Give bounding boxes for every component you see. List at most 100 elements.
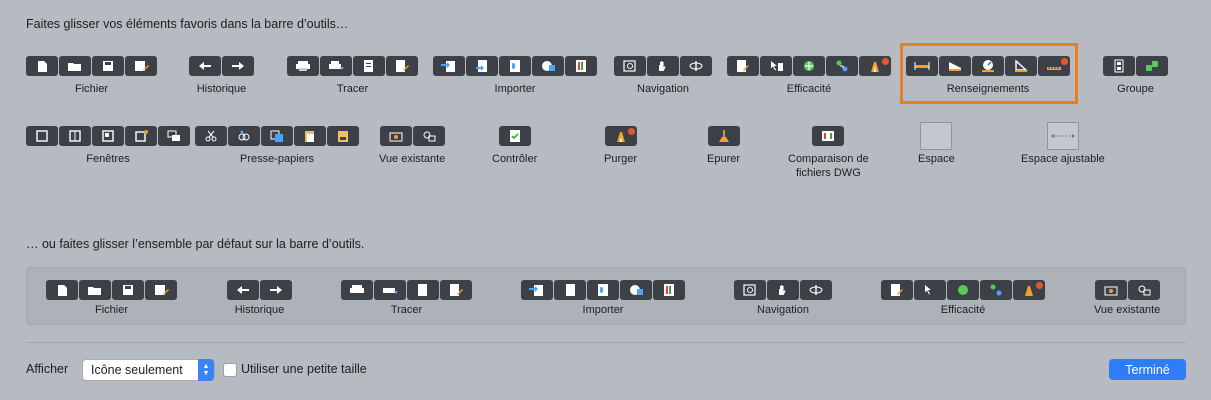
- segment[interactable]: [521, 280, 685, 300]
- save-icon[interactable]: [92, 56, 124, 76]
- segment[interactable]: [906, 56, 1070, 76]
- segment[interactable]: [227, 280, 292, 300]
- group-label: Fenêtres: [86, 153, 130, 165]
- default-group-importer[interactable]: Importer: [521, 280, 685, 317]
- group-comparaison-dwg[interactable]: Comparaison de fichiers DWG: [788, 126, 869, 180]
- purge-icon[interactable]: [859, 56, 891, 76]
- segment[interactable]: [46, 280, 177, 300]
- segment[interactable]: [379, 126, 445, 146]
- default-group-vue-existante[interactable]: Vue existante: [1094, 280, 1160, 317]
- group-icon[interactable]: [1103, 56, 1135, 76]
- group-navigation[interactable]: Navigation: [614, 56, 712, 96]
- group-efficacite[interactable]: Efficacité: [727, 56, 891, 96]
- publish-icon[interactable]: [386, 56, 418, 76]
- measure-icon[interactable]: [1038, 56, 1070, 76]
- radius-icon[interactable]: [972, 56, 1004, 76]
- group-renseignements[interactable]: Renseignements: [906, 56, 1070, 96]
- default-group-tracer[interactable]: Tracer: [341, 280, 472, 317]
- undo-icon[interactable]: [189, 56, 221, 76]
- view-manager-icon[interactable]: [412, 126, 445, 146]
- segment[interactable]: [727, 56, 891, 76]
- segment[interactable]: [433, 56, 597, 76]
- zoom-window-icon[interactable]: [614, 56, 646, 76]
- group-fenetres[interactable]: Fenêtres: [26, 126, 190, 166]
- area-icon[interactable]: [939, 56, 971, 76]
- space-placeholder[interactable]: [920, 122, 953, 150]
- group-espace-ajustable[interactable]: Espace ajustable: [1021, 122, 1105, 166]
- copy-icon[interactable]: [228, 126, 260, 146]
- attach-icon[interactable]: [466, 56, 498, 76]
- segment[interactable]: [195, 126, 359, 146]
- group-importer[interactable]: Importer: [433, 56, 597, 96]
- default-group-historique[interactable]: Historique: [227, 280, 292, 317]
- small-size-checkbox[interactable]: [223, 363, 237, 377]
- cut-icon[interactable]: [195, 126, 227, 146]
- page-setup-icon[interactable]: [353, 56, 385, 76]
- group-fichier[interactable]: Fichier: [26, 56, 157, 96]
- group-controler[interactable]: Contrôler: [492, 126, 537, 166]
- small-size-label[interactable]: Utiliser une petite taille: [241, 362, 367, 376]
- paste-special-icon[interactable]: [327, 126, 359, 146]
- segment[interactable]: [341, 280, 472, 300]
- properties-icon[interactable]: [727, 56, 759, 76]
- default-group-efficacite[interactable]: Efficacité: [881, 280, 1045, 317]
- chevron-updown-icon[interactable]: ▲ ▼: [198, 359, 214, 381]
- window-5-icon[interactable]: [158, 126, 190, 146]
- segment[interactable]: [734, 280, 832, 300]
- image-icon[interactable]: [532, 56, 564, 76]
- plot-icon[interactable]: [287, 56, 319, 76]
- window-3-icon[interactable]: [92, 126, 124, 146]
- flexible-space-placeholder[interactable]: [1046, 122, 1079, 150]
- segment[interactable]: [707, 126, 740, 146]
- window-2-icon[interactable]: [59, 126, 91, 146]
- pan-hand-icon[interactable]: [647, 56, 679, 76]
- segment[interactable]: [189, 56, 254, 76]
- segment[interactable]: [604, 126, 637, 146]
- xref-icon[interactable]: [499, 56, 531, 76]
- group-purger[interactable]: Purger: [604, 126, 637, 166]
- purge-icon[interactable]: [604, 126, 637, 146]
- group-groupe[interactable]: Groupe: [1103, 56, 1168, 96]
- paste-icon[interactable]: [294, 126, 326, 146]
- segment[interactable]: [26, 56, 157, 76]
- window-1-icon[interactable]: [26, 126, 58, 146]
- segment[interactable]: [614, 56, 712, 76]
- segment[interactable]: [287, 56, 418, 76]
- save-as-icon[interactable]: [125, 56, 157, 76]
- broom-icon[interactable]: [707, 126, 740, 146]
- group-presse-papiers[interactable]: Presse-papiers: [195, 126, 359, 166]
- group-epurer[interactable]: Epurer: [707, 126, 740, 166]
- display-mode-select[interactable]: Icône seulement ▲ ▼: [82, 359, 215, 381]
- segment[interactable]: [812, 126, 845, 146]
- segment[interactable]: [1103, 56, 1168, 76]
- segment[interactable]: [498, 126, 531, 146]
- done-button[interactable]: Terminé: [1109, 359, 1186, 380]
- group-tracer[interactable]: Tracer: [287, 56, 418, 96]
- orbit-icon[interactable]: [680, 56, 712, 76]
- quick-select-icon[interactable]: [760, 56, 792, 76]
- pdf-icon[interactable]: [565, 56, 597, 76]
- copy-base-icon[interactable]: [261, 126, 293, 146]
- angle-icon[interactable]: [1005, 56, 1037, 76]
- ungroup-icon[interactable]: [1136, 56, 1168, 76]
- default-group-navigation[interactable]: Navigation: [734, 280, 832, 317]
- compare-icon[interactable]: [812, 126, 845, 146]
- import-icon[interactable]: [433, 56, 465, 76]
- segment[interactable]: [881, 280, 1045, 300]
- batch-plot-icon[interactable]: [320, 56, 352, 76]
- distance-icon[interactable]: [906, 56, 938, 76]
- redo-icon[interactable]: [222, 56, 254, 76]
- check-icon[interactable]: [498, 126, 531, 146]
- open-folder-icon[interactable]: [59, 56, 91, 76]
- segment[interactable]: [1094, 280, 1160, 300]
- layer-icon[interactable]: [793, 56, 825, 76]
- group-historique[interactable]: Historique: [189, 56, 254, 96]
- segment[interactable]: [26, 126, 190, 146]
- default-group-fichier[interactable]: Fichier: [46, 280, 177, 317]
- window-4-icon[interactable]: [125, 126, 157, 146]
- named-view-icon[interactable]: [379, 126, 412, 146]
- match-icon[interactable]: [826, 56, 858, 76]
- group-espace[interactable]: Espace: [918, 122, 955, 166]
- group-vue-existante[interactable]: Vue existante: [379, 126, 445, 166]
- new-file-icon[interactable]: [26, 56, 58, 76]
